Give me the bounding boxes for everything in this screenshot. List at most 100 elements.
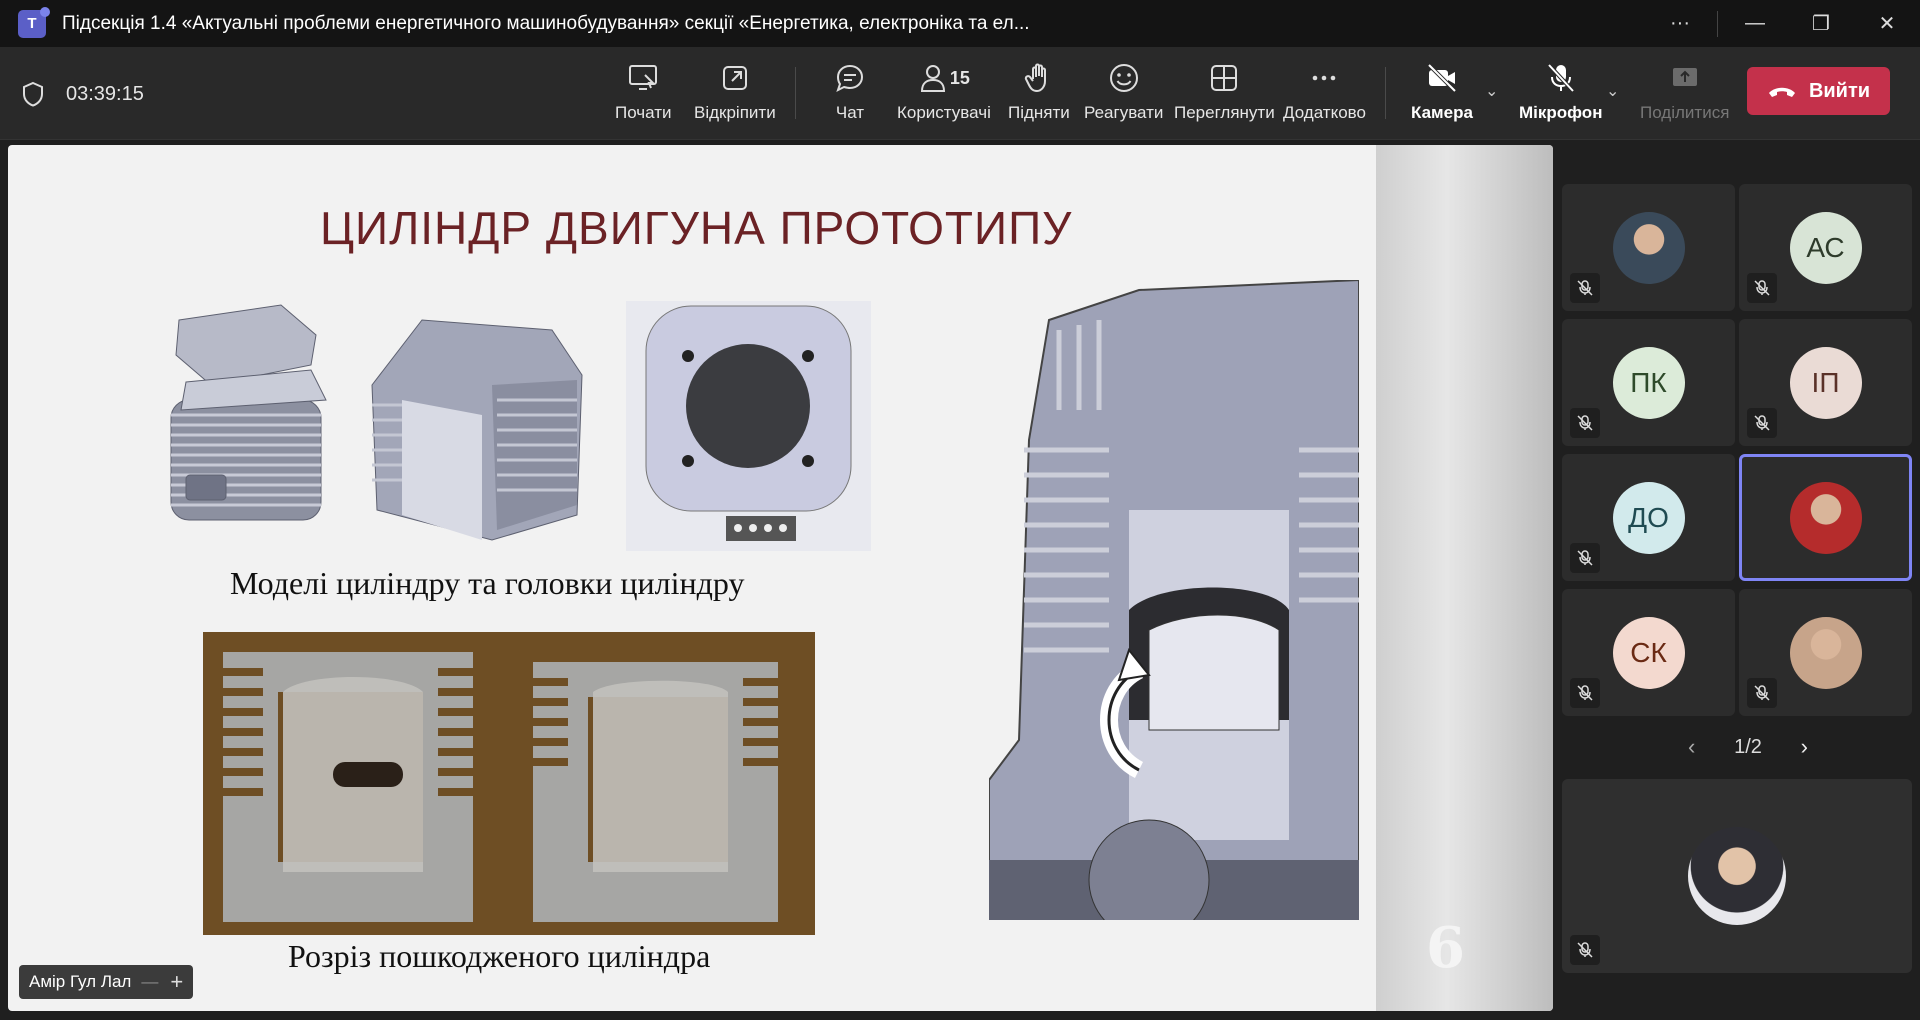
more-actions-button[interactable]: Додатково	[1283, 61, 1366, 123]
restore-button[interactable]: ❐	[1788, 0, 1854, 47]
mic-off-icon	[1577, 942, 1593, 958]
cylinder-top-view-model-image	[626, 301, 871, 551]
share-button[interactable]: Поділитися	[1640, 61, 1729, 123]
slide-number: 6	[1426, 915, 1465, 981]
cylinder-cutaway-model-image	[371, 319, 583, 541]
mic-off-indicator	[1570, 408, 1600, 438]
engine-cutaway-image	[989, 280, 1359, 920]
damaged-cylinder-photo	[203, 632, 815, 935]
hand-icon	[1024, 63, 1046, 93]
popout-label: Відкріпити	[694, 103, 776, 122]
slide-title: ЦИЛІНДР ДВИГУНА ПРОТОТИПУ	[320, 202, 1073, 254]
chat-button[interactable]: Чат	[833, 61, 867, 123]
models-caption: Моделі циліндру та головки циліндру	[230, 565, 745, 601]
avatar	[1789, 616, 1862, 689]
more-icon	[1313, 75, 1336, 81]
mic-off-icon	[1547, 63, 1575, 93]
view-button[interactable]: Переглянути	[1174, 61, 1275, 123]
people-icon	[920, 65, 945, 92]
raise-hand-label: Підняти	[1008, 103, 1070, 122]
mic-off-indicator	[1747, 678, 1777, 708]
participant-tile[interactable]	[1562, 184, 1735, 311]
mic-off-icon	[1577, 685, 1593, 701]
avatar: ДО	[1612, 481, 1685, 554]
participant-tile[interactable]	[1739, 454, 1912, 581]
divider	[795, 67, 796, 119]
damaged-cylinder-image	[203, 632, 815, 935]
mic-button[interactable]: Мікрофон	[1519, 61, 1602, 123]
page-indicator: 1/2	[1734, 735, 1762, 758]
people-count: 15	[949, 67, 970, 88]
avatar	[1688, 827, 1786, 925]
avatar: АС	[1789, 211, 1862, 284]
participant-tile[interactable]	[1739, 589, 1912, 716]
participant-tile[interactable]: ПК	[1562, 319, 1735, 446]
camera-button[interactable]: Камера	[1411, 61, 1473, 123]
divider	[1717, 10, 1718, 37]
mic-off-icon	[1577, 415, 1593, 431]
chat-label: Чат	[835, 103, 865, 122]
mic-off-indicator	[1570, 273, 1600, 303]
pin-plus-icon[interactable]: +	[170, 969, 183, 995]
title-bar: T Підсекція 1.4 «Актуальні проблеми енер…	[0, 0, 1920, 47]
minimize-button[interactable]: —	[1722, 0, 1788, 47]
meeting-toolbar: 03:39:15 Почати Відкріпити Чат 15 Корист…	[0, 47, 1920, 140]
present-label: Почати	[615, 103, 672, 122]
view-label: Переглянути	[1174, 103, 1275, 122]
section-caption: Розріз пошкодженого циліндра	[288, 938, 711, 974]
present-screen-icon	[629, 65, 658, 90]
avatar	[1789, 481, 1862, 554]
raise-hand-button[interactable]: Підняти	[1008, 61, 1070, 123]
present-button[interactable]: Почати	[615, 61, 672, 123]
mic-off-indicator	[1570, 543, 1600, 573]
leave-label: Вийти	[1808, 79, 1871, 102]
avatar: ПК	[1612, 346, 1685, 419]
mic-off-indicator	[1747, 408, 1777, 438]
window-controls: ··· — ❐ ✕	[1647, 0, 1920, 47]
participant-tile[interactable]: АС	[1739, 184, 1912, 311]
leave-button[interactable]: Вийти	[1747, 67, 1890, 115]
avatar: СК	[1612, 616, 1685, 689]
divider	[1385, 67, 1386, 119]
close-button[interactable]: ✕	[1854, 0, 1920, 47]
mic-options-chevron-icon[interactable]: ⌄	[1606, 81, 1619, 101]
mic-label: Мікрофон	[1519, 103, 1603, 122]
camera-options-chevron-icon[interactable]: ⌄	[1485, 81, 1498, 101]
mic-off-icon	[1754, 685, 1770, 701]
participant-tile[interactable]: ІП	[1739, 319, 1912, 446]
react-label: Реагувати	[1084, 103, 1164, 122]
popout-icon	[722, 66, 747, 90]
grid-view-icon	[1211, 65, 1238, 91]
mic-off-icon	[1577, 550, 1593, 566]
people-button[interactable]: 15 Користувачі	[897, 61, 991, 123]
mic-off-indicator	[1570, 678, 1600, 708]
react-button[interactable]: Реагувати	[1084, 61, 1163, 123]
cylinder-head-model-image	[170, 304, 327, 521]
participant-pager: ‹ 1/2 ›	[1688, 734, 1808, 760]
more-options-icon[interactable]: ···	[1647, 0, 1713, 47]
avatar	[1612, 211, 1685, 284]
mic-off-icon	[1577, 280, 1593, 296]
meeting-timer: 03:39:15	[66, 83, 144, 105]
teams-icon: T	[18, 6, 50, 38]
shield-icon	[23, 81, 43, 107]
chevron-right-icon[interactable]: ›	[1801, 734, 1808, 760]
camera-off-icon	[1427, 63, 1457, 93]
camera-label: Камера	[1411, 103, 1473, 122]
participant-tile[interactable]: ДО	[1562, 454, 1735, 581]
chevron-left-icon[interactable]: ‹	[1688, 734, 1695, 760]
divider: —	[141, 972, 159, 991]
people-label: Користувачі	[897, 103, 991, 122]
chat-icon	[836, 64, 864, 92]
slide-side-panel	[1376, 145, 1553, 1011]
presenter-name: Амір Гул Лал	[29, 972, 132, 991]
popout-button[interactable]: Відкріпити	[694, 61, 776, 123]
mic-off-icon	[1754, 280, 1770, 296]
mic-off-indicator	[1570, 935, 1600, 965]
window-title: Підсекція 1.4 «Актуальні проблеми енерге…	[62, 12, 1030, 34]
participant-tile[interactable]: СК	[1562, 589, 1735, 716]
spotlight-tile[interactable]	[1562, 779, 1912, 973]
presenter-label: Амір Гул Лал — +	[19, 965, 194, 999]
more-actions-label: Додатково	[1283, 103, 1366, 122]
avatar: ІП	[1789, 346, 1862, 419]
